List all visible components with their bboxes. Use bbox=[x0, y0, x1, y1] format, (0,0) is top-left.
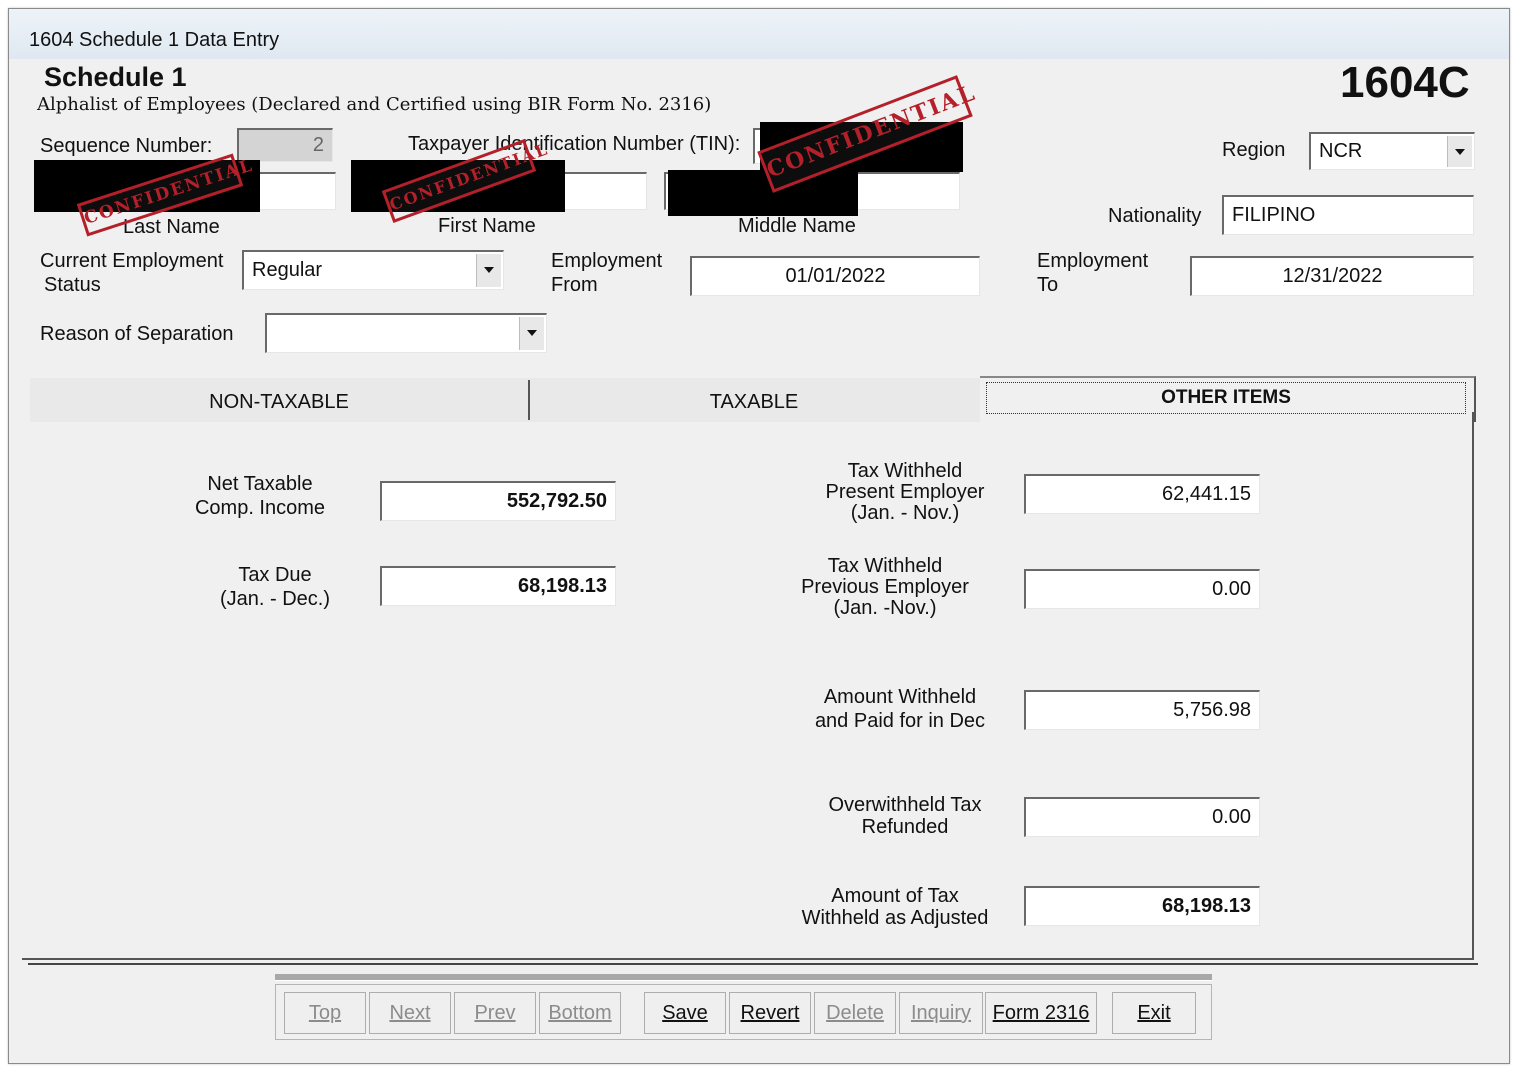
nationality-field[interactable]: FILIPINO bbox=[1222, 195, 1474, 235]
tax-withheld-previous-value: 0.00 bbox=[1212, 578, 1251, 600]
label-line: Employment bbox=[1037, 250, 1149, 272]
separation-select[interactable] bbox=[265, 313, 547, 353]
form-2316-button[interactable]: Form 2316 bbox=[985, 992, 1097, 1034]
label-line: (Jan. - Nov.) bbox=[850, 502, 960, 524]
amount-withheld-dec-field[interactable]: 5,756.98 bbox=[1024, 690, 1260, 730]
employment-status-select[interactable]: Regular bbox=[242, 250, 504, 290]
revert-button[interactable]: Revert bbox=[729, 992, 811, 1034]
tax-withheld-present-field[interactable]: 62,441.15 bbox=[1024, 474, 1260, 514]
schedule-subheading: Alphalist of Employees (Declared and Cer… bbox=[37, 94, 712, 115]
label-line: and Paid for in Dec bbox=[814, 710, 986, 732]
employment-from-label: Employment From bbox=[551, 249, 662, 297]
label-line: Overwithheld Tax bbox=[828, 794, 982, 816]
label-line: Net Taxable bbox=[207, 473, 313, 495]
redaction-block bbox=[668, 170, 858, 216]
tax-withheld-adjusted-value: 68,198.13 bbox=[1162, 895, 1251, 917]
employment-from-value: 01/01/2022 bbox=[785, 265, 886, 287]
net-taxable-field[interactable]: 552,792.50 bbox=[380, 481, 616, 521]
sequence-number-field[interactable]: 2 bbox=[237, 128, 333, 162]
tab-other-items-label: OTHER ITEMS bbox=[986, 382, 1466, 414]
tax-due-label: Tax Due (Jan. - Dec.) bbox=[195, 563, 355, 611]
region-select[interactable]: NCR bbox=[1309, 132, 1475, 170]
nationality-label: Nationality bbox=[1108, 205, 1202, 227]
chevron-down-icon[interactable] bbox=[1447, 136, 1472, 167]
label-line: From bbox=[551, 274, 598, 296]
button-bar-separator bbox=[275, 974, 1212, 981]
label-line: Amount of Tax bbox=[831, 885, 959, 907]
form-code: 1604C bbox=[1340, 58, 1470, 107]
exit-button[interactable]: Exit bbox=[1112, 992, 1196, 1034]
separation-label: Reason of Separation bbox=[40, 323, 234, 345]
label-line: Comp. Income bbox=[194, 497, 326, 519]
panel-divider bbox=[28, 963, 1478, 965]
label-line: (Jan. -Nov.) bbox=[833, 597, 937, 619]
employment-to-value: 12/31/2022 bbox=[1282, 265, 1383, 287]
middle-name-label: Middle Name bbox=[738, 215, 856, 237]
region-label: Region bbox=[1222, 139, 1286, 161]
tax-withheld-present-label: Tax Withheld Present Employer (Jan. - No… bbox=[790, 461, 1020, 524]
prev-button[interactable]: Prev bbox=[454, 992, 536, 1034]
tin-label: Taxpayer Identification Number (TIN): bbox=[408, 133, 741, 155]
chevron-down-icon[interactable] bbox=[476, 254, 501, 287]
overwithheld-tax-field[interactable]: 0.00 bbox=[1024, 797, 1260, 837]
title-bar: 1604 Schedule 1 Data Entry bbox=[9, 9, 1509, 59]
window-title: 1604 Schedule 1 Data Entry bbox=[29, 29, 280, 51]
label-line: Tax Withheld bbox=[827, 555, 943, 577]
label-line: Tax Withheld bbox=[847, 460, 963, 482]
label-line: Present Employer bbox=[825, 481, 985, 503]
label-line: Previous Employer bbox=[801, 576, 969, 598]
label-line: To bbox=[1037, 274, 1059, 296]
label-line: Withheld as Adjusted bbox=[801, 907, 989, 929]
sequence-number-value: 2 bbox=[312, 134, 324, 156]
tax-withheld-previous-field[interactable]: 0.00 bbox=[1024, 569, 1260, 609]
net-taxable-value: 552,792.50 bbox=[506, 490, 607, 512]
sequence-number-label: Sequence Number: bbox=[40, 135, 213, 157]
schedule-heading: Schedule 1 bbox=[44, 62, 187, 92]
top-button[interactable]: Top bbox=[284, 992, 366, 1034]
label-line: (Jan. - Dec.) bbox=[219, 588, 331, 610]
amount-withheld-dec-value: 5,756.98 bbox=[1173, 699, 1251, 721]
label-line: Tax Due bbox=[238, 564, 312, 586]
amount-withheld-dec-label: Amount Withheld and Paid for in Dec bbox=[780, 685, 1020, 733]
save-button[interactable]: Save bbox=[644, 992, 726, 1034]
label-line: Employment bbox=[551, 250, 663, 272]
label-line: Status bbox=[44, 274, 101, 296]
label-line: Refunded bbox=[861, 816, 949, 838]
tax-withheld-adjusted-label: Amount of Tax Withheld as Adjusted bbox=[775, 885, 1015, 929]
tax-withheld-present-value: 62,441.15 bbox=[1162, 483, 1251, 505]
overwithheld-tax-label: Overwithheld Tax Refunded bbox=[790, 794, 1020, 838]
overwithheld-tax-value: 0.00 bbox=[1212, 806, 1251, 828]
first-name-label: First Name bbox=[438, 215, 536, 237]
next-button[interactable]: Next bbox=[369, 992, 451, 1034]
tax-withheld-adjusted-field[interactable]: 68,198.13 bbox=[1024, 886, 1260, 926]
inquiry-button[interactable]: Inquiry bbox=[899, 992, 983, 1034]
employment-status-label: Current Employment Status bbox=[40, 249, 223, 297]
chevron-down-icon[interactable] bbox=[519, 317, 544, 350]
delete-button[interactable]: Delete bbox=[814, 992, 896, 1034]
employment-to-label: Employment To bbox=[1037, 249, 1148, 297]
employment-to-field[interactable]: 12/31/2022 bbox=[1190, 256, 1474, 296]
tax-due-field[interactable]: 68,198.13 bbox=[380, 566, 616, 606]
label-line: Current Employment bbox=[40, 250, 224, 272]
employment-status-value: Regular bbox=[252, 259, 323, 281]
employment-from-field[interactable]: 01/01/2022 bbox=[690, 256, 980, 296]
nationality-value: FILIPINO bbox=[1232, 204, 1316, 226]
label-line: Amount Withheld bbox=[823, 686, 977, 708]
net-taxable-label: Net Taxable Comp. Income bbox=[180, 472, 340, 520]
tax-withheld-previous-label: Tax Withheld Previous Employer (Jan. -No… bbox=[770, 556, 1000, 619]
tax-due-value: 68,198.13 bbox=[518, 575, 607, 597]
bottom-button[interactable]: Bottom bbox=[539, 992, 621, 1034]
